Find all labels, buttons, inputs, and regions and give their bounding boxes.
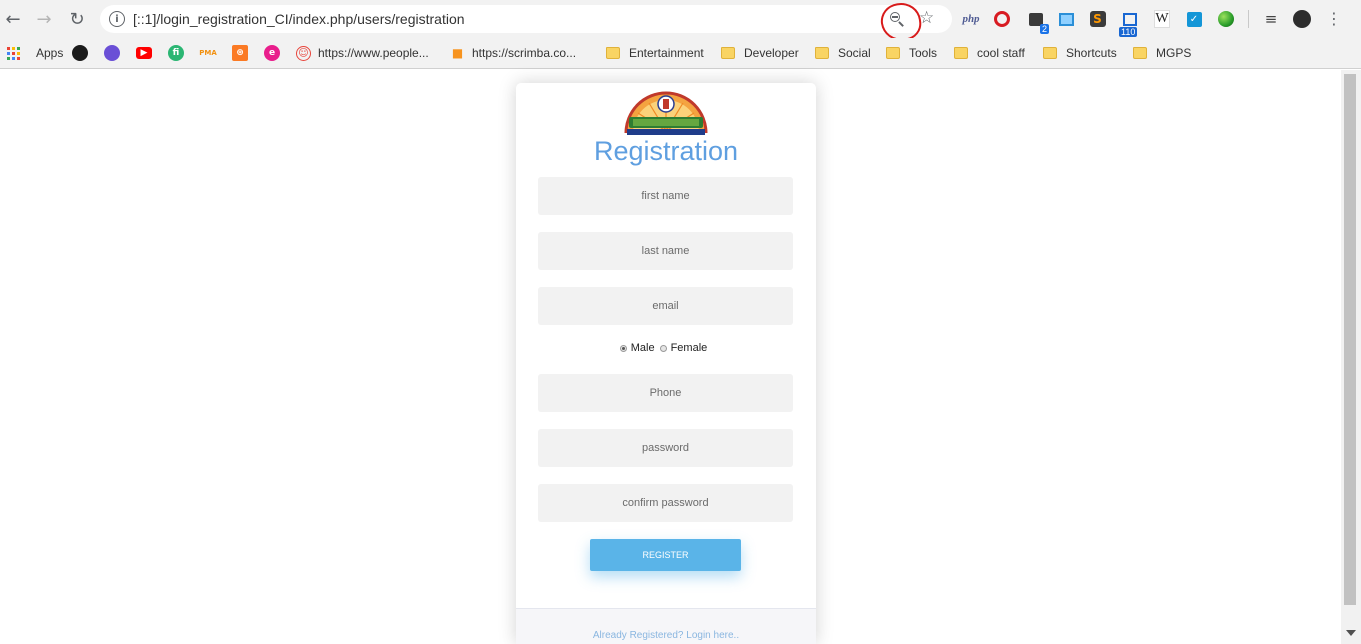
phpmyadmin-bookmark-icon[interactable]: PMA (199, 45, 217, 61)
more-menu-icon[interactable]: ⋮ (1326, 10, 1342, 28)
checkmark-extension-icon[interactable]: ✓ (1186, 10, 1202, 28)
gender-male-label[interactable]: Male (631, 342, 655, 354)
last-name-input[interactable] (538, 232, 793, 270)
package-extension-badge: 2 (1039, 24, 1049, 34)
bookmark-folder-mgps[interactable]: MGPS (1133, 44, 1191, 62)
folder-icon (886, 47, 900, 59)
scrimba-icon: ■ (451, 46, 464, 60)
scrollbar-thumb[interactable] (1344, 74, 1356, 605)
youtube-bookmark-icon[interactable]: ▶ (136, 47, 152, 59)
bookmark-apps[interactable]: Apps (7, 44, 63, 62)
opera-extension-icon[interactable] (993, 10, 1011, 28)
scroll-down-arrow-icon[interactable] (1346, 630, 1356, 636)
site-info-icon[interactable]: i (109, 11, 125, 27)
toolbar-separator (1248, 10, 1249, 28)
address-bar[interactable]: i [::1]/login_registration_CI/index.php/… (100, 5, 952, 33)
bookmark-people-label: https://www.people... (318, 46, 429, 60)
bookmark-folder-entertainment[interactable]: Entertainment (606, 44, 704, 62)
bookmark-scrimba-label: https://scrimba.co... (472, 46, 577, 60)
media-playlist-icon[interactable]: ≡ (1262, 10, 1280, 28)
password-input[interactable] (538, 429, 793, 467)
bookmark-folder-social[interactable]: Social (815, 44, 871, 62)
package-extension-icon[interactable]: 2 (1025, 10, 1049, 34)
gender-female-radio[interactable] (659, 344, 667, 352)
bookmark-folder-shortcuts[interactable]: Shortcuts (1043, 44, 1117, 62)
folder-icon (1133, 47, 1147, 59)
folder-icon (606, 47, 620, 59)
people-smiley-icon: ☺ (296, 45, 311, 61)
window-extension-icon[interactable] (1058, 10, 1074, 28)
sublime-extension-icon[interactable]: S (1089, 10, 1106, 28)
globe-extension-icon[interactable] (1217, 10, 1235, 28)
url-text[interactable]: [::1]/login_registration_CI/index.php/us… (133, 11, 465, 27)
card-footer: Already Registered? Login here.. (516, 608, 816, 644)
folder-icon (1043, 47, 1057, 59)
gender-female-label[interactable]: Female (671, 342, 708, 354)
bookmark-folder-cool-staff[interactable]: cool staff (954, 44, 1025, 62)
back-arrow-icon[interactable]: ← (0, 7, 26, 31)
bookmarks-bar: Apps ▶ fi PMA ⊛ e ☺ https://www.people..… (0, 38, 1361, 69)
first-name-input[interactable] (538, 177, 793, 215)
github-bookmark-icon[interactable] (72, 45, 88, 61)
folder-icon (815, 47, 829, 59)
meter-extension-badge: 110 (1119, 27, 1138, 37)
bookmark-folder-tools[interactable]: Tools (886, 44, 937, 62)
browser-toolbar: ← → ↻ i [::1]/login_registration_CI/inde… (0, 0, 1361, 44)
bookmark-folder-developer[interactable]: Developer (721, 44, 799, 62)
bookmark-apps-label: Apps (36, 46, 64, 60)
gender-male-radio[interactable] (619, 344, 627, 352)
folder-icon (954, 47, 968, 59)
bookmark-scrimba[interactable]: ■ https://scrimba.co... (450, 44, 576, 62)
forward-arrow-icon[interactable]: → (31, 7, 57, 31)
aditya-logo (624, 91, 708, 135)
confirm-password-input[interactable] (538, 484, 793, 522)
profile-avatar-icon[interactable] (1292, 10, 1312, 28)
register-button[interactable]: REGISTER (590, 539, 741, 571)
wikipedia-extension-icon[interactable]: W (1154, 10, 1170, 28)
bookmark-star-icon[interactable]: ☆ (919, 8, 934, 28)
codementor-bookmark-icon[interactable]: e (264, 45, 280, 61)
xampp-bookmark-icon[interactable]: ⊛ (232, 45, 248, 61)
reload-icon[interactable]: ↻ (64, 7, 90, 31)
fi-bookmark-icon[interactable]: fi (168, 45, 184, 61)
bookmark-people[interactable]: ☺ https://www.people... (296, 44, 429, 62)
php-extension-icon[interactable]: php (960, 10, 982, 28)
login-link[interactable]: Already Registered? Login here.. (516, 630, 816, 641)
page-title: Registration (593, 136, 739, 166)
folder-icon (721, 47, 735, 59)
page-scrollbar[interactable] (1341, 70, 1361, 644)
apps-grid-icon (7, 46, 20, 60)
swirl-bookmark-icon[interactable] (104, 45, 120, 61)
email-input[interactable] (538, 287, 793, 325)
gender-radio-group: Male Female (516, 340, 816, 356)
meter-extension-icon[interactable]: 110 (1119, 10, 1141, 37)
registration-card: Registration Male Female REGISTER Alread… (516, 83, 816, 644)
phone-input[interactable] (538, 374, 793, 412)
page-viewport: Registration Male Female REGISTER Alread… (0, 70, 1361, 644)
